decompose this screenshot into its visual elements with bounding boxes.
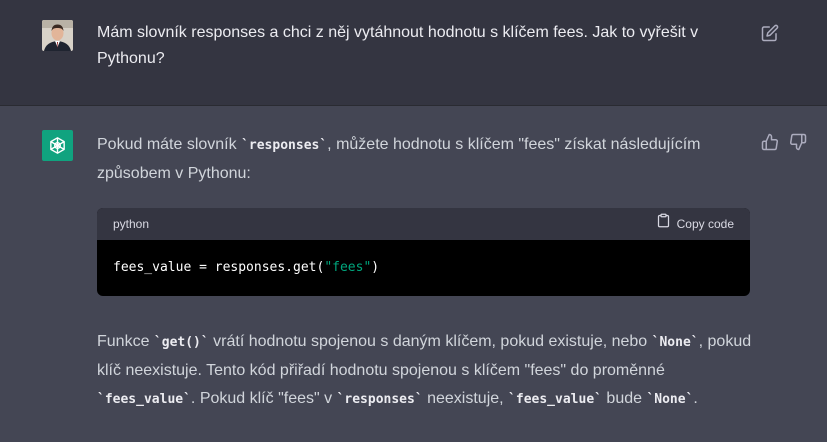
inline-code: `responses` [241, 138, 328, 153]
intro-text: Pokud máte slovník [97, 136, 242, 153]
copy-code-label: Copy code [676, 217, 734, 231]
outro-text: Funkce [97, 333, 154, 350]
outro-paragraph: Funkce `get()` vrátí hodnotu spojenou s … [97, 328, 757, 414]
outro-text: . Pokud klíč "fees" v [190, 390, 337, 407]
outro-text: vrátí hodnotu spojenou s daným klíčem, p… [208, 333, 652, 350]
outro-text: neexistuje, [422, 390, 509, 407]
copy-code-button[interactable]: Copy code [656, 210, 734, 238]
code-block: python Copy code fees_value = responses.… [97, 208, 750, 296]
code-text: fees_value = responses.get( [113, 260, 325, 275]
inline-code: `fees_value` [97, 392, 191, 407]
intro-paragraph: Pokud máte slovník `responses`, můžete h… [97, 131, 757, 188]
thumbs-down-icon[interactable] [789, 133, 807, 151]
inline-code: `None` [646, 392, 694, 407]
code-content: fees_value = responses.get("fees") [97, 240, 750, 296]
outro-text: bude [601, 390, 647, 407]
clipboard-icon [656, 210, 671, 238]
code-text: ) [371, 260, 380, 275]
outro-text: . [693, 390, 698, 407]
assistant-message-row: Pokud máte slovník `responses`, můžete h… [0, 106, 827, 442]
user-message-row: Mám slovník responses a chci z něj vytáh… [0, 0, 827, 106]
inline-code: `None` [651, 335, 699, 350]
code-string: "fees" [324, 260, 372, 275]
openai-logo-icon [42, 130, 73, 161]
user-message-text: Mám slovník responses a chci z něj vytáh… [97, 24, 699, 67]
assistant-message-text: Pokud máte slovník `responses`, můžete h… [97, 131, 757, 414]
code-block-header: python Copy code [97, 208, 750, 240]
code-language-label: python [113, 217, 150, 231]
inline-code: `responses` [336, 392, 423, 407]
inline-code: `fees_value` [508, 392, 602, 407]
edit-icon[interactable] [761, 24, 779, 42]
inline-code: `get()` [153, 335, 209, 350]
user-avatar [42, 20, 73, 51]
thumbs-up-icon[interactable] [761, 133, 779, 151]
